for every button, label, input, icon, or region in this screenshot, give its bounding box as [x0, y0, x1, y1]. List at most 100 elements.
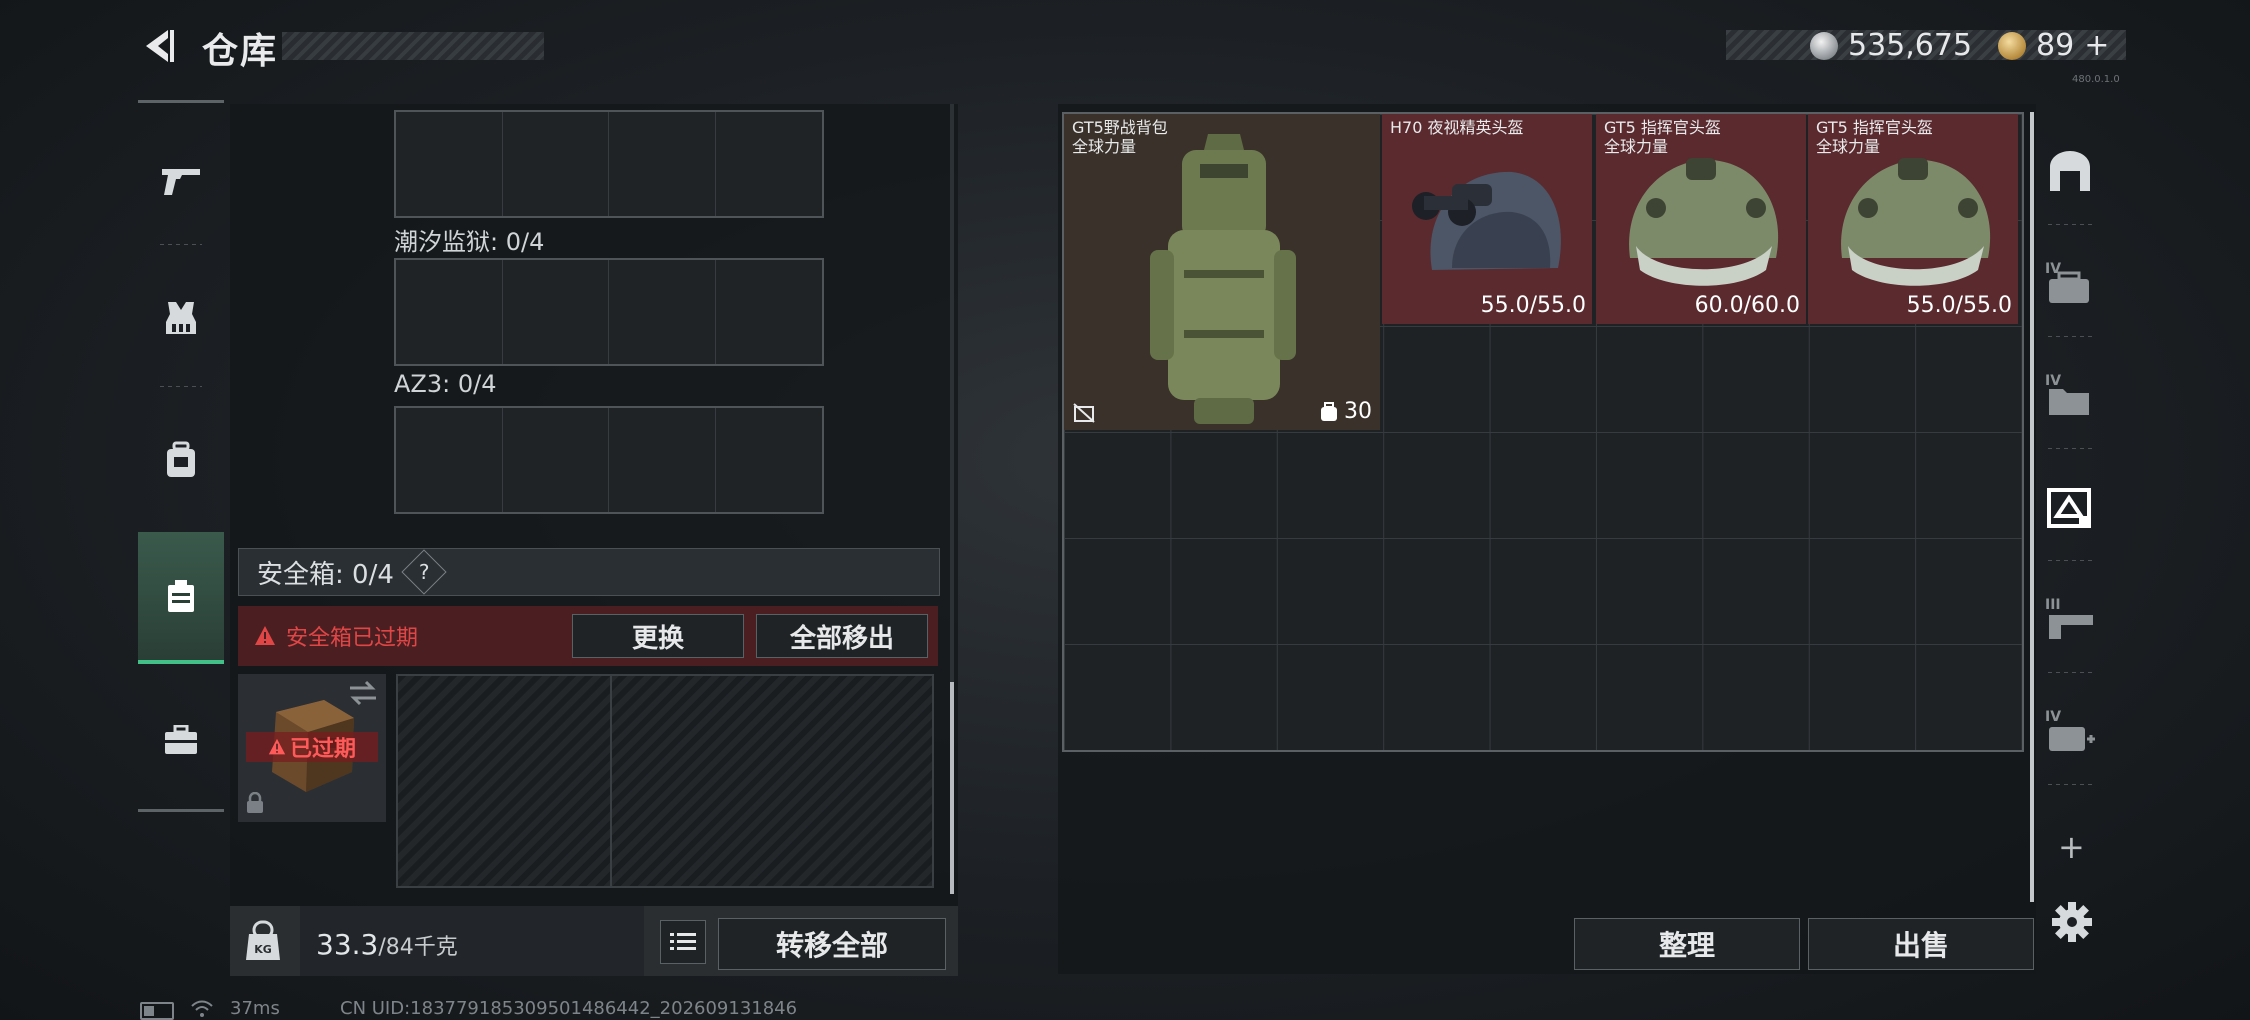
backpack-icon — [167, 441, 195, 477]
grid-cell[interactable] — [503, 408, 609, 512]
vest-icon — [166, 302, 196, 334]
add-currency-button[interactable]: + — [2084, 28, 2109, 63]
grid-cell[interactable] — [716, 260, 823, 364]
item-subname: 全球力量 — [1072, 137, 1137, 156]
item-name-block: H70 夜视精英头盔 — [1390, 118, 1523, 137]
weight-kg-icon: KG — [246, 920, 280, 960]
backpack-capacity-icon — [1321, 401, 1337, 421]
help-icon: ? — [418, 560, 430, 584]
sidebar-separator — [2048, 784, 2094, 785]
container-slot-grid-1[interactable] — [394, 110, 824, 218]
stash-item-h70-helmet[interactable]: H70 夜视精英头盔 55.0/55.0 — [1382, 114, 1592, 324]
stash-item-gt5-commander-helmet-2[interactable]: GT5 指挥官头盔 全球力量 55.0/55.0 — [1808, 114, 2018, 324]
category-secure-case[interactable] — [138, 532, 224, 664]
pistol-icon — [162, 169, 200, 195]
category-weapons[interactable] — [138, 112, 224, 248]
slot-label-tide-prison: 潮汐监狱: 0/4 — [394, 228, 545, 256]
category-bar-bottom-line — [138, 809, 224, 812]
grid-cell[interactable] — [716, 112, 823, 216]
stash-tab-tier-iv-weapon-case[interactable]: IV — [2040, 228, 2100, 338]
stash-tab-shelter[interactable] — [2040, 116, 2100, 226]
secure-box-header: 安全箱: 0/4 ? — [238, 548, 940, 596]
tier-iv-folder-icon: IV — [2045, 373, 2089, 415]
item-name: GT5 指挥官头盔 — [1604, 118, 1721, 137]
grid-cell[interactable] — [503, 112, 609, 216]
shelter-icon — [2050, 151, 2090, 191]
toolbox-icon — [165, 725, 197, 754]
no-trade-icon — [1073, 403, 1095, 423]
sidebar-separator — [2048, 336, 2094, 337]
help-button[interactable]: ? — [401, 549, 447, 595]
sidebar-separator — [2048, 224, 2094, 225]
grid-cell[interactable] — [609, 112, 716, 216]
tier-iv-weapon-case-icon: IV — [2045, 261, 2089, 303]
page-title: 仓库 — [202, 31, 279, 72]
stash-scrollbar[interactable] — [2030, 112, 2034, 902]
sort-button[interactable]: 整理 — [1574, 918, 1800, 970]
title-stripes-decor — [282, 32, 544, 60]
currency-gold-value: 89 — [2036, 28, 2075, 63]
svg-text:KG: KG — [254, 943, 272, 956]
stash-item-gt5-commander-helmet[interactable]: GT5 指挥官头盔 全球力量 60.0/60.0 — [1596, 114, 1806, 324]
container-slot-grid-2[interactable] — [394, 258, 824, 366]
warning-icon — [268, 738, 286, 755]
swap-icon[interactable] — [348, 680, 378, 706]
grid-divider — [610, 676, 612, 886]
capacity-value: 30 — [1344, 399, 1372, 424]
grid-cell[interactable] — [396, 260, 503, 364]
list-view-button[interactable] — [660, 920, 706, 964]
replace-button[interactable]: 更换 — [572, 614, 744, 658]
currency-silver-value: 535,675 — [1848, 28, 1973, 63]
tier-iii-gun-case-icon: III — [2045, 597, 2093, 639]
secure-box-grid[interactable] — [396, 674, 934, 888]
add-stash-tab-button[interactable]: + — [2058, 828, 2085, 866]
night-vision-helmet-icon — [1412, 171, 1561, 270]
item-name-block: GT5野战背包 全球力量 — [1072, 118, 1168, 156]
category-backpack[interactable] — [138, 392, 224, 528]
stash-tab-crate[interactable] — [2040, 452, 2100, 562]
item-name-block: GT5 指挥官头盔 全球力量 — [1604, 118, 1721, 156]
stash-tab-tier-iv-folder[interactable]: IV — [2040, 340, 2100, 450]
item-durability: 55.0/55.0 — [1480, 293, 1586, 318]
commander-helmet-icon — [1629, 158, 1779, 286]
currency-silver: 535,675 — [1810, 28, 1972, 63]
sidebar-separator — [2048, 448, 2094, 449]
silver-coin-icon — [1810, 31, 1838, 60]
grid-cell[interactable] — [609, 408, 716, 512]
item-name: H70 夜视精英头盔 — [1390, 118, 1524, 137]
gold-coin-icon — [1998, 31, 2026, 60]
stash-item-backpack[interactable]: GT5野战背包 全球力量 30 — [1064, 114, 1380, 430]
move-all-out-button[interactable]: 全部移出 — [756, 614, 928, 658]
tier-iv-medkit-icon: IV — [2045, 709, 2095, 751]
ping-text: 37ms — [230, 998, 280, 1019]
transfer-all-button[interactable]: 转移全部 — [718, 918, 946, 970]
secure-case-slot[interactable]: 已过期 — [238, 674, 386, 822]
weight-value: 33.3 — [316, 928, 379, 961]
stash-tab-tier-iv-medkit[interactable]: IV — [2040, 676, 2100, 786]
grid-cell[interactable] — [396, 408, 503, 512]
case-expired-text: 已过期 — [289, 737, 356, 762]
expired-warning-text: 安全箱已过期 — [286, 626, 419, 651]
item-durability: 55.0/55.0 — [1906, 293, 2012, 318]
stash-tab-tier-iii-gun-case[interactable]: III — [2040, 564, 2100, 674]
left-scrollbar-thumb[interactable] — [950, 682, 954, 894]
item-name: GT5野战背包 — [1072, 118, 1168, 137]
container-slot-grid-3[interactable] — [394, 406, 824, 514]
currency-gold[interactable]: 89 + — [1998, 28, 2109, 63]
item-name-block: GT5 指挥官头盔 全球力量 — [1816, 118, 1933, 156]
case-icon — [168, 580, 194, 612]
grid-cell[interactable] — [609, 260, 716, 364]
grid-cell[interactable] — [503, 260, 609, 364]
field-backpack-icon — [1150, 134, 1296, 424]
grid-cell[interactable] — [396, 112, 503, 216]
item-durability: 60.0/60.0 — [1694, 293, 1800, 318]
category-armor[interactable] — [138, 250, 224, 386]
wifi-icon — [191, 1000, 213, 1017]
sell-button[interactable]: 出售 — [1808, 918, 2034, 970]
back-arrow-icon[interactable] — [138, 26, 178, 66]
category-bar-top-line — [138, 100, 224, 103]
grid-cell[interactable] — [716, 408, 823, 512]
gear-icon[interactable] — [2050, 900, 2094, 944]
category-toolbox[interactable] — [138, 672, 224, 808]
warning-icon — [255, 626, 275, 645]
